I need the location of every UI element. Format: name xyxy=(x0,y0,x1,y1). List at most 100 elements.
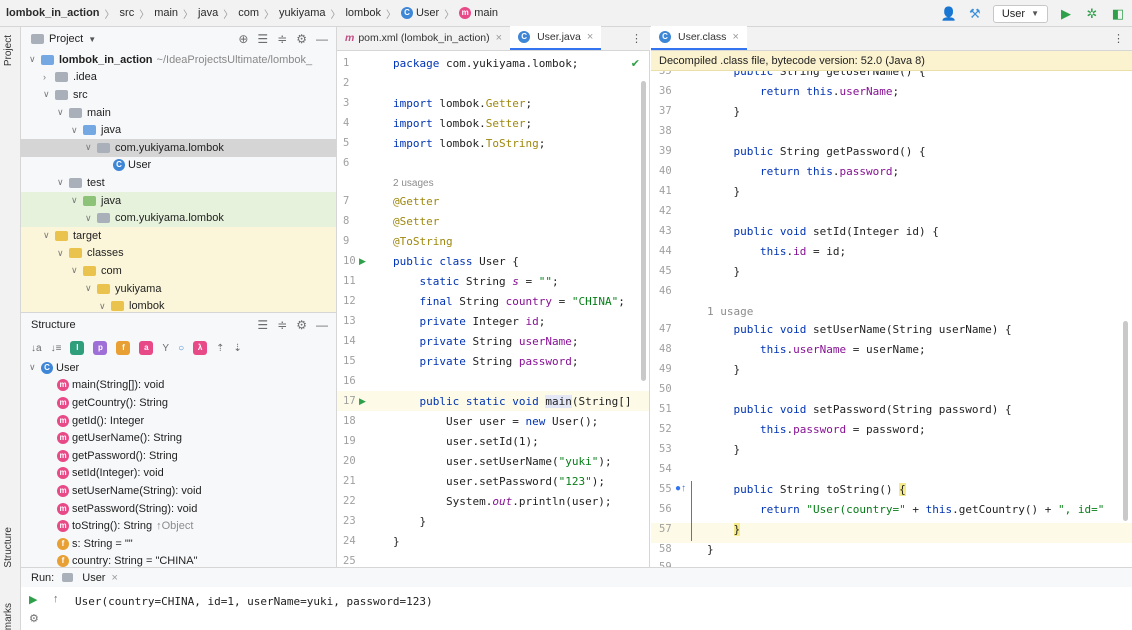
tree-item-test[interactable]: ∨ test xyxy=(21,174,336,192)
close-icon[interactable]: × xyxy=(111,572,117,584)
user-account-icon[interactable]: 👤 xyxy=(941,6,957,22)
structure-member[interactable]: m setPassword(String): void xyxy=(21,500,336,518)
structure-member[interactable]: m getPassword(): String xyxy=(21,447,336,465)
code-line: 2 usages xyxy=(337,173,649,193)
run-gutter-icon[interactable]: ▶ xyxy=(359,256,366,267)
tree-item-label: lombok_in_action xyxy=(59,53,153,66)
tree-item-yukiyama[interactable]: ∨ yukiyama xyxy=(21,279,336,298)
run-configuration-select[interactable]: User ▼ xyxy=(992,4,1048,23)
structure-member[interactable]: m getUserName(): String xyxy=(21,429,336,447)
sort-visibility-icon[interactable]: ↓≡ xyxy=(51,343,62,354)
breadcrumb-com[interactable]: com xyxy=(238,7,259,19)
tree-item-package[interactable]: ∨ com.yukiyama.lombok xyxy=(21,138,336,157)
close-icon[interactable]: × xyxy=(732,31,738,43)
usages-hint[interactable]: 1 usage xyxy=(707,305,753,318)
autoscroll-to-source-icon[interactable]: ⇡ xyxy=(216,343,224,354)
structure-member[interactable]: m setId(Integer): void xyxy=(21,465,336,483)
autoscroll-from-source-icon[interactable]: ⇣ xyxy=(234,343,242,354)
show-inherited-icon[interactable]: I xyxy=(70,341,85,355)
expand-all-icon[interactable]: ☰ xyxy=(257,32,268,46)
structure-member[interactable]: m toString(): String ↑Object xyxy=(21,517,336,535)
breadcrumb-src[interactable]: src xyxy=(120,7,135,19)
close-icon[interactable]: × xyxy=(496,32,502,44)
tree-item-test-package[interactable]: ∨ com.yukiyama.lombok xyxy=(21,209,336,227)
chevron-down-icon: ∨ xyxy=(57,247,64,258)
tree-item-user-class[interactable]: C User xyxy=(21,157,336,175)
breadcrumb-main[interactable]: main xyxy=(154,7,178,19)
structure-root-user[interactable]: ∨ C User xyxy=(21,359,336,377)
line-number: 53 xyxy=(659,443,672,455)
usages-hint[interactable]: 2 usages xyxy=(393,178,434,189)
tree-item-project-root[interactable]: ∨ lombok_in_action ~/IdeaProjectsUltimate/… xyxy=(21,51,336,69)
tree-item-src[interactable]: ∨ src xyxy=(21,86,336,104)
structure-member[interactable]: m main(String[]): void xyxy=(21,377,336,395)
structure-member[interactable]: f s: String = "" xyxy=(21,535,336,553)
show-properties-icon[interactable]: p xyxy=(93,341,108,355)
breadcrumb-lombok[interactable]: lombok xyxy=(345,7,380,19)
breadcrumb-project[interactable]: lombok_in_action xyxy=(6,7,100,19)
editor-scrollbar[interactable] xyxy=(641,81,646,381)
expand-all-icon[interactable]: ☰ xyxy=(257,318,268,332)
breadcrumb-yukiyama[interactable]: yukiyama xyxy=(279,7,325,19)
breadcrumb-user[interactable]: C User xyxy=(400,7,439,19)
project-tool-button[interactable]: Project xyxy=(3,35,14,66)
more-options-icon[interactable]: ⋮ xyxy=(631,26,642,50)
debug-icon[interactable]: ✲ xyxy=(1084,6,1100,22)
tree-item-java[interactable]: ∨ java xyxy=(21,121,336,139)
show-anonymous-icon[interactable]: ○ xyxy=(178,343,184,354)
show-lambdas-icon[interactable]: λ xyxy=(193,341,208,355)
tree-item-com[interactable]: ∨ com xyxy=(21,262,336,280)
structure-member[interactable]: f country: String = "CHINA" xyxy=(21,553,336,567)
breadcrumb-java[interactable]: java xyxy=(198,7,218,19)
tree-item-classes[interactable]: ∨ classes xyxy=(21,244,336,263)
editor-scrollbar[interactable] xyxy=(1123,321,1128,521)
collapse-all-icon[interactable]: ≑ xyxy=(277,318,287,332)
project-view-select[interactable]: Project xyxy=(49,33,83,45)
tab-pom-xml[interactable]: m pom.xml (lombok_in_action) × xyxy=(337,26,510,50)
sort-alpha-icon[interactable]: ↓a xyxy=(31,343,42,354)
chevron-down-icon: ▼ xyxy=(1031,9,1039,18)
rerun-icon[interactable]: ▶ xyxy=(29,593,39,606)
coverage-icon[interactable]: ◧ xyxy=(1110,6,1126,22)
collapse-all-icon[interactable]: ≑ xyxy=(277,32,287,46)
tree-item-test-java[interactable]: ∨ java xyxy=(21,191,336,210)
filter-icon[interactable]: Y xyxy=(162,343,169,354)
gear-icon[interactable]: ⚙ xyxy=(296,318,307,332)
hammer-build-icon[interactable]: ⚒ xyxy=(967,6,983,22)
run-tab-user[interactable]: User × xyxy=(62,572,118,584)
structure-tool-button[interactable]: Structure xyxy=(3,527,14,568)
tree-item-idea[interactable]: › .idea xyxy=(21,69,336,87)
structure-member[interactable]: m getId(): Integer xyxy=(21,412,336,430)
wrench-icon[interactable]: ⚙ xyxy=(29,612,39,625)
run-icon[interactable]: ▶ xyxy=(1058,6,1074,22)
structure-member[interactable]: m setUserName(String): void xyxy=(21,482,336,500)
more-options-icon[interactable]: ⋮ xyxy=(1113,26,1124,50)
code-text: } xyxy=(733,523,741,536)
folder-icon xyxy=(83,265,96,276)
scroll-up-icon[interactable]: ↑ xyxy=(53,593,59,605)
breadcrumb-main-method[interactable]: m main xyxy=(459,7,498,19)
gear-icon[interactable]: ⚙ xyxy=(296,32,307,46)
tree-item-lombok[interactable]: ∨ lombok xyxy=(21,297,336,312)
tab-user-java[interactable]: C User.java × xyxy=(510,26,602,50)
code-text: } xyxy=(707,443,741,456)
structure-member[interactable]: m getCountry(): String xyxy=(21,394,336,412)
structure-member-label: getPassword(): String xyxy=(72,449,178,462)
bookmarks-tool-button[interactable]: Bookmarks xyxy=(3,603,14,630)
show-fields-icon[interactable]: f xyxy=(116,341,131,355)
tab-user-class[interactable]: C User.class × xyxy=(651,26,747,50)
code-editor[interactable]: 1 package com.yukiyama.lombok; ✔ 2 3 import… xyxy=(337,51,650,567)
chevron-down-icon[interactable]: ▼ xyxy=(88,35,96,44)
hide-icon[interactable]: — xyxy=(316,32,328,46)
tree-item-target[interactable]: ∨ target xyxy=(21,226,336,245)
close-icon[interactable]: × xyxy=(587,31,593,43)
run-gutter-icon[interactable]: ▶ xyxy=(359,396,366,407)
hide-icon[interactable]: — xyxy=(316,318,328,332)
override-gutter-icon[interactable]: ●↑ xyxy=(675,483,686,494)
locate-icon[interactable]: ⊕ xyxy=(238,32,248,46)
chevron-down-icon: ∨ xyxy=(85,283,92,294)
decompiled-banner-text: Decompiled .class file, bytecode version… xyxy=(659,54,925,67)
tree-item-main[interactable]: ∨ main xyxy=(21,104,336,122)
decompiled-editor[interactable]: 35 public String getUserName() { 36 retu… xyxy=(651,71,1132,567)
show-non-public-icon[interactable]: a xyxy=(139,341,154,355)
